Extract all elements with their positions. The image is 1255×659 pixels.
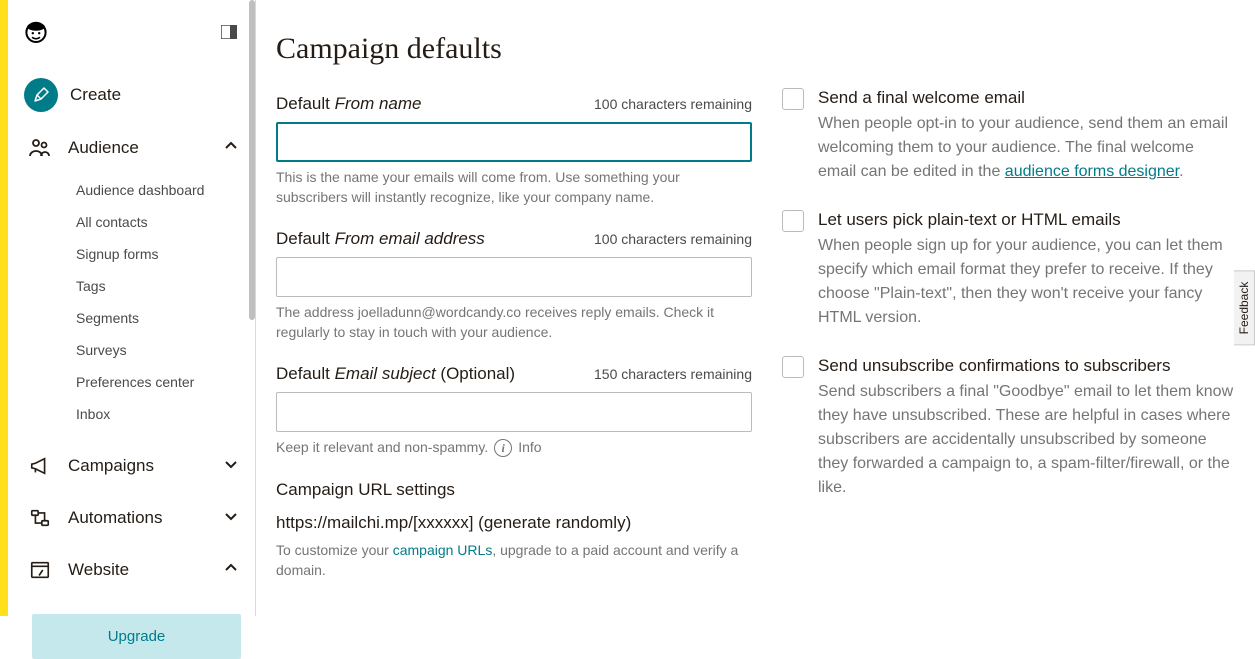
- url-settings-help: To customize your campaign URLs, upgrade…: [276, 541, 752, 580]
- from-email-label: Default From email address: [276, 229, 485, 249]
- accent-bar: [0, 0, 8, 616]
- mailchimp-logo-icon[interactable]: [20, 18, 52, 50]
- from-email-input[interactable]: [276, 257, 752, 297]
- plaintext-desc: When people sign up for your audience, y…: [818, 234, 1235, 330]
- nav-create-label: Create: [70, 85, 239, 105]
- welcome-email-title: Send a final welcome email: [818, 88, 1235, 108]
- info-label: Info: [518, 438, 541, 458]
- url-settings-heading: Campaign URL settings: [276, 480, 752, 500]
- welcome-email-checkbox[interactable]: [782, 88, 804, 110]
- campaign-urls-link[interactable]: campaign URLs: [393, 542, 493, 558]
- subject-help: Keep it relevant and non-spammy.: [276, 438, 488, 458]
- chevron-up-icon: [223, 560, 239, 580]
- nav-website[interactable]: Website: [18, 544, 255, 596]
- nav-campaigns-label: Campaigns: [68, 456, 211, 476]
- welcome-email-desc: When people opt-in to your audience, sen…: [818, 112, 1235, 184]
- plaintext-checkbox[interactable]: [782, 210, 804, 232]
- subject-input[interactable]: [276, 392, 752, 432]
- subnav-signup-forms[interactable]: Signup forms: [76, 238, 255, 270]
- subnav-surveys[interactable]: Surveys: [76, 334, 255, 366]
- pencil-icon: [24, 78, 58, 112]
- subject-counter: 150 characters remaining: [594, 366, 752, 382]
- upgrade-button[interactable]: Upgrade: [32, 614, 241, 659]
- nav-automations[interactable]: Automations: [18, 492, 255, 544]
- url-settings-text: https://mailchi.mp/[xxxxxx] (generate ra…: [276, 510, 752, 536]
- sidebar: Create Audience Audience dashboard All c…: [8, 0, 256, 616]
- nav-campaigns[interactable]: Campaigns: [18, 440, 255, 492]
- plaintext-title: Let users pick plain-text or HTML emails: [818, 210, 1235, 230]
- from-name-counter: 100 characters remaining: [594, 96, 752, 112]
- from-name-input[interactable]: [276, 122, 752, 162]
- audience-subnav: Audience dashboard All contacts Signup f…: [18, 174, 255, 440]
- unsub-title: Send unsubscribe confirmations to subscr…: [818, 356, 1235, 376]
- main-content: Campaign defaults Default From name 100 …: [256, 0, 1255, 616]
- page-title: Campaign defaults: [276, 32, 752, 66]
- website-icon: [24, 554, 56, 586]
- audience-icon: [24, 132, 56, 164]
- feedback-tab[interactable]: Feedback: [1234, 271, 1255, 346]
- from-name-label: Default From name: [276, 94, 422, 114]
- chevron-down-icon: [223, 456, 239, 476]
- subject-label: Default Email subject (Optional): [276, 364, 515, 384]
- subnav-inbox[interactable]: Inbox: [76, 398, 255, 430]
- sidebar-scrollbar[interactable]: [249, 0, 255, 616]
- subnav-all-contacts[interactable]: All contacts: [76, 206, 255, 238]
- unsub-desc: Send subscribers a final "Goodbye" email…: [818, 380, 1235, 500]
- subnav-tags[interactable]: Tags: [76, 270, 255, 302]
- nav-create[interactable]: Create: [18, 68, 255, 122]
- subnav-segments[interactable]: Segments: [76, 302, 255, 334]
- unsub-checkbox[interactable]: [782, 356, 804, 378]
- chevron-down-icon: [223, 508, 239, 528]
- megaphone-icon: [24, 450, 56, 482]
- nav-audience[interactable]: Audience: [18, 122, 255, 174]
- chevron-up-icon: [223, 138, 239, 158]
- info-icon[interactable]: i: [494, 439, 512, 457]
- nav-audience-label: Audience: [68, 138, 211, 158]
- from-email-help: The address joelladunn@wordcandy.co rece…: [276, 303, 752, 342]
- automations-icon: [24, 502, 56, 534]
- subnav-audience-dashboard[interactable]: Audience dashboard: [76, 174, 255, 206]
- subnav-preferences-center[interactable]: Preferences center: [76, 366, 255, 398]
- forms-designer-link[interactable]: audience forms designer: [1005, 163, 1179, 180]
- nav-website-label: Website: [68, 560, 211, 580]
- from-name-help: This is the name your emails will come f…: [276, 168, 752, 207]
- from-email-counter: 100 characters remaining: [594, 231, 752, 247]
- nav-automations-label: Automations: [68, 508, 211, 528]
- panel-toggle-icon[interactable]: [221, 25, 237, 43]
